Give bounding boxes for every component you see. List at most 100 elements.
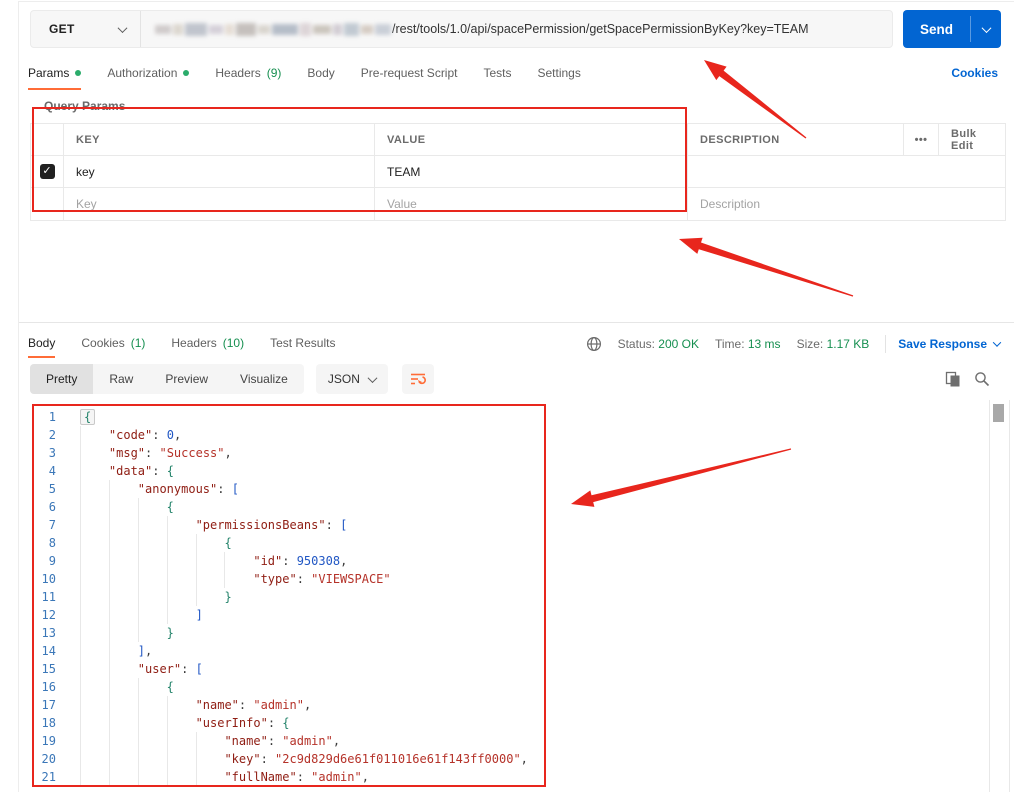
token-pun: : (152, 464, 167, 478)
code-line: } (80, 624, 528, 642)
bulk-edit-button[interactable]: Bulk Edit (938, 124, 1007, 155)
line-number: 13 (41, 626, 56, 640)
chevron-down-icon (981, 22, 991, 33)
line-number: 18 (41, 716, 56, 730)
send-button-label[interactable]: Send (903, 10, 970, 48)
indent-guide (137, 552, 167, 570)
token-fold: { (80, 409, 96, 425)
tab-settings[interactable]: Settings (538, 60, 581, 90)
search-icon[interactable] (974, 371, 990, 387)
code-line: ], (80, 642, 528, 660)
line-number: 12 (41, 608, 56, 622)
indent-guide (166, 750, 196, 768)
response-json-body: {"code": 0, "msg": "Success", "data": {"an… (80, 408, 528, 786)
response-tab-headers-label: Headers (171, 335, 217, 350)
column-header-key: KEY (63, 124, 374, 155)
new-param-value-input[interactable] (387, 197, 675, 211)
cookies-link[interactable]: Cookies (951, 66, 998, 80)
postman-app: GET /rest/tools/1.0/api/spacePermission/… (0, 0, 1014, 792)
send-options-button[interactable] (971, 10, 1001, 48)
token-pun: : (260, 752, 276, 766)
param-checkbox-cell: ✓ (31, 156, 63, 187)
response-tab-cookies[interactable]: Cookies (1) (81, 331, 145, 358)
indent-guide (137, 768, 167, 786)
tab-pre-request-script-label: Pre-request Script (360, 66, 458, 80)
line-number: 14 (41, 644, 56, 658)
view-tab-pretty[interactable]: Pretty (30, 364, 94, 394)
redacted-host (155, 22, 391, 36)
beautify-icon (410, 373, 426, 385)
indent-guide (166, 516, 196, 534)
url-input[interactable]: /rest/tools/1.0/api/spacePermission/getS… (141, 11, 892, 47)
indent-guide (166, 732, 196, 750)
indent-guide (80, 624, 109, 642)
indent-guide (137, 624, 167, 642)
save-response-button[interactable]: Save Response (898, 337, 1002, 351)
indent-guide (195, 552, 225, 570)
token-pun: : (238, 698, 254, 712)
indent-guide (137, 570, 167, 588)
tab-tests[interactable]: Tests (483, 60, 511, 90)
view-tab-raw[interactable]: Raw (93, 364, 149, 394)
tab-params[interactable]: Params (28, 60, 82, 90)
new-param-key-input-cell (63, 188, 374, 220)
new-param-description-input[interactable] (700, 197, 993, 211)
indent-guide (108, 516, 138, 534)
more-options-icon[interactable]: ••• (903, 124, 938, 155)
response-tab-test-results[interactable]: Test Results (270, 331, 335, 358)
indent-guide (166, 606, 196, 624)
indent-guide (80, 732, 109, 750)
indent-guide (80, 714, 109, 732)
line-number: 3 (48, 446, 56, 460)
token-num: 950308 (296, 554, 341, 568)
param-key-cell[interactable]: key (63, 156, 374, 187)
meta-value: 13 ms (747, 337, 781, 351)
scrollbar-thumb[interactable] (993, 404, 1004, 422)
indent-guide (137, 516, 167, 534)
copy-icon[interactable] (945, 371, 961, 387)
line-number: 7 (48, 518, 56, 532)
indent-guide (108, 768, 138, 786)
tab-pre-request-script[interactable]: Pre-request Script (361, 60, 458, 90)
view-tab-visualize[interactable]: Visualize (224, 364, 304, 394)
format-select[interactable]: JSON (315, 364, 388, 394)
indent-guide (137, 678, 167, 696)
token-pun: : (325, 518, 341, 532)
indent-guide (195, 588, 225, 606)
tab-authorization-label: Authorization (107, 66, 178, 80)
token-pun: , (224, 446, 232, 460)
chevron-down-icon (992, 338, 1002, 347)
token-key: "name" (224, 734, 268, 748)
view-tab-preview[interactable]: Preview (149, 364, 224, 394)
token-key: "id" (253, 554, 283, 568)
token-brc: { (282, 716, 290, 730)
token-key: "type" (253, 572, 297, 586)
send-button[interactable]: Send (903, 10, 1001, 48)
query-params-table: KEY VALUE DESCRIPTION ••• Bulk Edit ✓ key TEAM (30, 123, 1006, 221)
code-line: "fullName": "admin", (80, 768, 528, 786)
code-line: { (80, 534, 528, 552)
code-line: "code": 0, (80, 426, 528, 444)
line-number: 11 (41, 590, 56, 604)
new-param-value-input-cell (374, 188, 687, 220)
line-number: 5 (48, 482, 56, 496)
response-tab-headers[interactable]: Headers (10) (171, 331, 244, 358)
tab-body[interactable]: Body (307, 60, 334, 90)
token-key: "user" (137, 662, 182, 676)
header-checkbox-cell (31, 124, 63, 155)
new-param-key-input[interactable] (76, 197, 362, 211)
response-tab-body[interactable]: Body (28, 331, 56, 358)
tab-authorization[interactable]: Authorization (107, 60, 190, 90)
param-checkbox[interactable]: ✓ (39, 164, 55, 179)
token-pun: , (173, 428, 182, 442)
tab-headers[interactable]: Headers (9) (215, 60, 281, 90)
code-line: "name": "admin", (80, 732, 528, 750)
param-value-cell[interactable]: TEAM (374, 156, 687, 187)
line-number: 16 (41, 680, 56, 694)
indent-guide (137, 714, 167, 732)
method-selector[interactable]: GET (31, 11, 141, 47)
line-number: 20 (41, 752, 56, 766)
param-description-cell[interactable] (687, 156, 1005, 187)
beautify-button[interactable] (401, 364, 434, 394)
response-tab-cookies-count: (1) (130, 335, 146, 350)
